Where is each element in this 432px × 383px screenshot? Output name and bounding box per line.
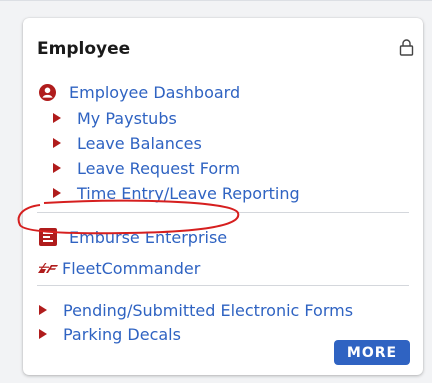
bullet-icon xyxy=(53,188,61,198)
bullet-icon xyxy=(39,305,47,315)
emburse-enterprise-link[interactable]: Emburse Enterprise xyxy=(39,226,227,248)
employee-dashboard-label: Employee Dashboard xyxy=(69,82,241,102)
emburse-logo-icon xyxy=(39,228,57,246)
top-border xyxy=(0,0,432,1)
sub-link-label: Leave Request Form xyxy=(77,158,241,178)
more-button[interactable]: MORE xyxy=(334,340,410,365)
bullet-icon xyxy=(39,329,47,339)
sub-link-label: Time Entry/Leave Reporting xyxy=(77,183,300,203)
sub-link-time-entry[interactable]: Time Entry/Leave Reporting xyxy=(53,182,300,204)
card-title: Employee xyxy=(37,39,131,59)
lock-icon[interactable] xyxy=(399,39,414,56)
sub-link-label: My Paystubs xyxy=(77,108,177,128)
bullet-icon xyxy=(53,113,61,123)
sub-link-label: Leave Balances xyxy=(77,133,202,153)
sub-link-my-paystubs[interactable]: My Paystubs xyxy=(53,107,177,129)
bullet-icon xyxy=(53,138,61,148)
sub-link-leave-request-form[interactable]: Leave Request Form xyxy=(53,157,240,179)
employee-card: Employee Employee Dashboard My Paystubs … xyxy=(23,18,423,375)
user-circle-icon xyxy=(39,83,56,101)
divider xyxy=(37,212,409,213)
emburse-enterprise-label: Emburse Enterprise xyxy=(69,227,228,247)
sub-link-leave-balances[interactable]: Leave Balances xyxy=(53,132,202,154)
pending-forms-link[interactable]: Pending/Submitted Electronic Forms xyxy=(39,299,353,321)
divider xyxy=(37,285,409,286)
fleetcommander-logo-icon xyxy=(37,261,59,275)
fleetcommander-label: FleetCommander xyxy=(62,258,201,278)
bullet-icon xyxy=(53,163,61,173)
fleetcommander-link[interactable]: FleetCommander xyxy=(37,257,200,279)
parking-decals-label: Parking Decals xyxy=(63,324,181,344)
employee-dashboard-link[interactable]: Employee Dashboard xyxy=(39,81,240,103)
pending-forms-label: Pending/Submitted Electronic Forms xyxy=(63,300,354,320)
parking-decals-link[interactable]: Parking Decals xyxy=(39,323,181,345)
